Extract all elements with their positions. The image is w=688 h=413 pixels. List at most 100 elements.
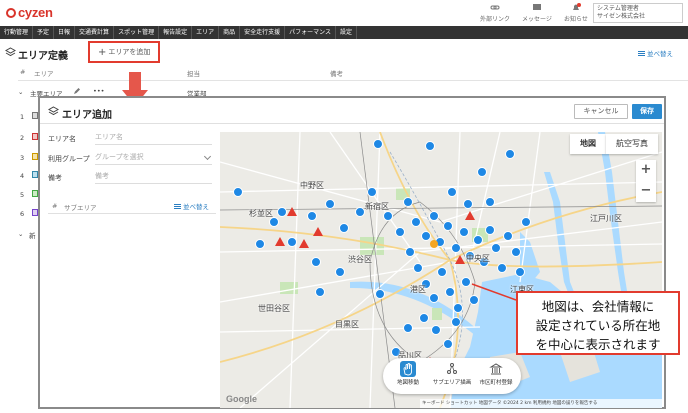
map-move-tool[interactable]: 地図移動 (386, 361, 430, 386)
pencil-icon[interactable] (73, 87, 81, 95)
spot-marker[interactable] (287, 237, 297, 247)
cyzen-logo[interactable]: cyzen (6, 5, 53, 20)
spot-marker[interactable] (405, 247, 415, 257)
spot-marker[interactable] (383, 211, 393, 221)
more-menu-icon[interactable]: ••• (93, 87, 105, 95)
spot-marker[interactable] (473, 235, 483, 245)
spot-marker[interactable] (497, 263, 507, 273)
spot-marker[interactable] (491, 243, 501, 253)
top-header: cyzen 外部リンク メッセージ お知らせ システム管理者 サイゼン株式会社 (0, 0, 688, 26)
spot-marker[interactable] (307, 211, 317, 221)
spot-marker[interactable] (421, 231, 431, 241)
group-select[interactable]: グループを選択 (95, 151, 212, 165)
nav-spot[interactable]: スポット管理 (114, 26, 160, 39)
spot-marker[interactable] (315, 287, 325, 297)
spot-marker[interactable] (429, 211, 439, 221)
spot-marker[interactable] (411, 217, 421, 227)
spot-marker[interactable] (255, 239, 265, 249)
spot-marker[interactable] (485, 225, 495, 235)
nav-activity[interactable]: 行動管理 (0, 26, 34, 39)
area-name-input[interactable]: エリア名 (95, 131, 212, 145)
dialog-title: エリア追加 (62, 110, 112, 121)
spot-marker[interactable] (485, 197, 495, 207)
second-group-name: 新 (29, 232, 36, 240)
zoom-out-button[interactable]: − (636, 181, 656, 201)
map-type-satellite-button[interactable]: 航空写真 (606, 134, 658, 154)
spot-marker[interactable] (373, 139, 383, 149)
municipality-register-tool[interactable]: 市区町村登録 (474, 361, 518, 386)
spot-marker[interactable] (403, 197, 413, 207)
spot-marker[interactable] (325, 199, 335, 209)
warning-marker[interactable] (299, 239, 309, 248)
nav-performance[interactable]: パフォーマンス (285, 26, 337, 39)
spot-marker[interactable] (425, 141, 435, 151)
cancel-button[interactable]: キャンセル (574, 104, 628, 119)
sort-button[interactable]: 並べ替え (638, 48, 673, 58)
spot-marker[interactable] (375, 289, 385, 299)
spot-marker[interactable] (511, 247, 521, 257)
add-area-button[interactable]: + エリアを追加 (88, 41, 160, 63)
zoom-in-button[interactable]: + (636, 160, 656, 180)
nav-report-settings[interactable]: 報告設定 (159, 26, 193, 39)
group-toggle-chevron-icon[interactable]: ⌄ (18, 88, 23, 96)
spot-marker[interactable] (403, 323, 413, 333)
spot-marker[interactable] (431, 325, 441, 335)
spot-marker[interactable] (277, 207, 287, 217)
spot-marker[interactable] (453, 303, 463, 313)
spot-marker[interactable] (413, 263, 423, 273)
nav-schedule[interactable]: 予定 (33, 26, 55, 39)
spot-marker[interactable] (395, 227, 405, 237)
warning-marker[interactable] (287, 207, 297, 216)
spot-marker[interactable] (463, 199, 473, 209)
spot-marker[interactable] (451, 243, 461, 253)
nav-transport[interactable]: 交通費計算 (75, 26, 115, 39)
spot-marker[interactable] (447, 187, 457, 197)
spot-marker[interactable] (355, 207, 365, 217)
nav-settings[interactable]: 設定 (336, 26, 358, 39)
save-button[interactable]: 保存 (632, 104, 662, 119)
spot-marker[interactable] (515, 267, 525, 277)
spot-marker[interactable] (367, 187, 377, 197)
map-view[interactable]: 中野区 杉並区 新宿区 渋谷区 世田谷区 目黒区 港区 江東区 江戸川区 品川区… (220, 132, 662, 408)
spot-marker[interactable] (233, 187, 243, 197)
warning-marker[interactable] (465, 211, 475, 220)
nav-safe-driving[interactable]: 安全走行支援 (240, 26, 286, 39)
nav-products[interactable]: 商品 (219, 26, 241, 39)
map-attribution[interactable]: キーボード ショートカット 地図データ ©2024 2 km 利用規約 地図の誤… (420, 399, 662, 408)
ward-label: 江戸川区 (590, 214, 622, 223)
spot-marker[interactable] (505, 149, 515, 159)
spot-marker[interactable] (503, 231, 513, 241)
spot-marker[interactable] (521, 217, 531, 227)
sub-area-draw-tool[interactable]: サブエリア描画 (430, 361, 474, 386)
map-type-map-button[interactable]: 地図 (570, 134, 606, 154)
spot-marker[interactable] (335, 267, 345, 277)
user-menu[interactable]: システム管理者 サイゼン株式会社 (593, 3, 683, 23)
spot-marker[interactable] (419, 313, 429, 323)
spot-marker[interactable] (477, 167, 487, 177)
spot-marker[interactable] (339, 223, 349, 233)
group-toggle-chevron-icon[interactable]: ⌄ (18, 230, 23, 238)
spot-marker[interactable] (443, 339, 453, 349)
ward-label: 中野区 (300, 181, 324, 190)
company-marker[interactable] (430, 240, 438, 248)
sub-area-sort-button[interactable]: 並べ替え (174, 201, 209, 211)
ward-label: 渋谷区 (348, 255, 372, 264)
external-link-button[interactable]: 外部リンク (472, 3, 518, 23)
spot-marker[interactable] (445, 287, 455, 297)
ward-label: 目黒区 (335, 320, 359, 329)
row-number: 5 (20, 191, 25, 199)
spot-marker[interactable] (451, 317, 461, 327)
nav-area[interactable]: エリア (192, 26, 220, 39)
note-input[interactable]: 備考 (95, 170, 212, 184)
sort-icon (638, 51, 645, 56)
warning-marker[interactable] (313, 227, 323, 236)
warning-marker[interactable] (275, 237, 285, 246)
spot-marker[interactable] (437, 267, 447, 277)
nav-daily-report[interactable]: 日報 (54, 26, 76, 39)
building-icon (489, 363, 503, 375)
spot-marker[interactable] (459, 227, 469, 237)
spot-marker[interactable] (429, 293, 439, 303)
spot-marker[interactable] (443, 221, 453, 231)
chevron-down-icon (203, 152, 212, 161)
spot-marker[interactable] (311, 257, 321, 267)
